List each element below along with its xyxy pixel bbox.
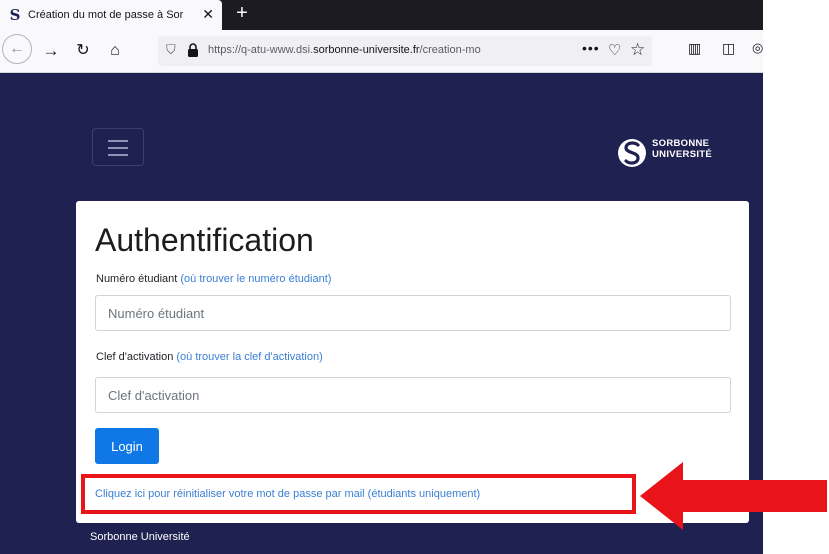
sorbonne-logo-mark-icon <box>618 139 646 167</box>
logo-line-2: UNIVERSITÉ <box>652 149 713 160</box>
url-suffix: /creation-mo <box>419 44 481 56</box>
home-icon[interactable]: ⌂ <box>104 40 126 62</box>
close-tab-icon[interactable]: ✕ <box>202 6 214 22</box>
annotation-arrow-icon <box>640 462 827 530</box>
new-tab-button[interactable]: + <box>231 3 253 25</box>
pocket-icon[interactable]: ♡ <box>608 41 621 59</box>
logo-wordmark: SORBONNE UNIVERSITÉ <box>652 138 712 160</box>
browser-tab[interactable]: S Création du mot de passe à Sor ✕ <box>0 0 222 30</box>
tab-strip: S Création du mot de passe à Sor ✕ + <box>0 0 763 30</box>
student-number-label-row: Numéro étudiant (où trouver le numéro ét… <box>96 273 331 285</box>
hamburger-menu-icon[interactable] <box>92 128 144 166</box>
page-actions-icon[interactable]: ••• <box>582 40 600 56</box>
overflow-icon[interactable]: ◎ <box>752 40 763 56</box>
url-prefix: https://q-atu-www.dsi. <box>208 44 314 56</box>
url-text[interactable]: https://q-atu-www.dsi.sorbonne-universit… <box>208 44 578 56</box>
sorbonne-logo[interactable]: SORBONNE UNIVERSITÉ <box>617 135 727 171</box>
forward-arrow-icon[interactable]: → <box>40 40 62 62</box>
student-number-input[interactable] <box>95 295 731 331</box>
address-bar[interactable]: ⛉ https://q-atu-www.dsi.sorbonne-univers… <box>158 36 652 66</box>
star-icon[interactable]: ☆ <box>630 40 645 60</box>
footer-text: Sorbonne Université <box>90 531 190 543</box>
reload-icon[interactable]: ↻ <box>72 40 94 62</box>
tab-title: Création du mot de passe à Sor <box>28 9 184 21</box>
login-button[interactable]: Login <box>95 428 159 464</box>
annotation-highlight-box <box>81 474 636 514</box>
page-title: Authentification <box>95 222 314 258</box>
activation-key-label-row: Clef d'activation (où trouver la clef d'… <box>96 351 323 363</box>
student-number-label: Numéro étudiant <box>96 273 178 285</box>
logo-line-1: SORBONNE <box>652 138 710 149</box>
back-arrow-icon[interactable]: ← <box>2 34 32 64</box>
sorbonne-favicon-icon: S <box>9 6 21 24</box>
sidebar-icon[interactable]: ◫ <box>722 40 735 57</box>
library-icon[interactable]: ▥ <box>688 40 701 57</box>
url-domain: sorbonne-universite.fr <box>313 44 420 56</box>
activation-key-help-link[interactable]: (où trouver la clef d'activation) <box>176 351 322 363</box>
navigation-toolbar: ← → ↻ ⌂ ⛉ https://q-atu-www.dsi.sorbonne… <box>0 30 763 73</box>
lock-icon[interactable] <box>186 42 200 58</box>
student-number-help-link[interactable]: (où trouver le numéro étudiant) <box>180 273 331 285</box>
activation-key-label: Clef d'activation <box>96 351 174 363</box>
tracking-shield-icon[interactable]: ⛉ <box>166 42 176 58</box>
activation-key-input[interactable] <box>95 377 731 413</box>
